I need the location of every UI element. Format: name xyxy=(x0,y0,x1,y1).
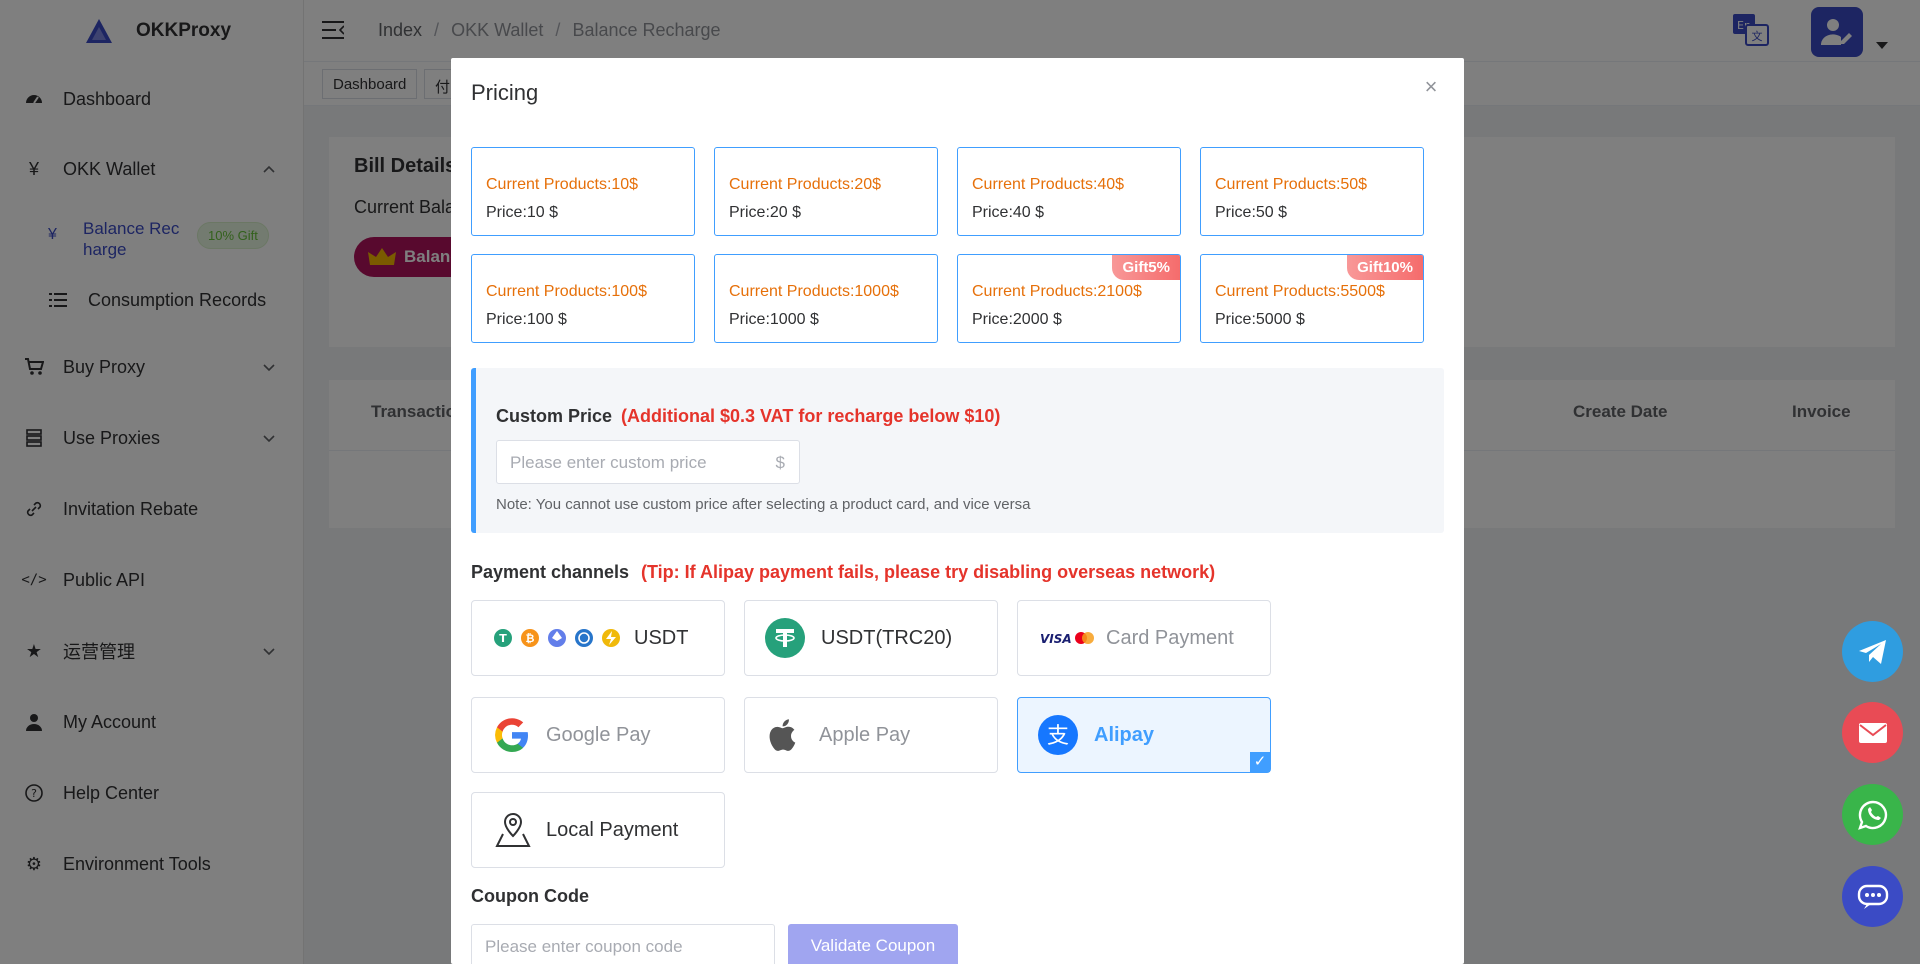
product-name: Current Products:5500$ xyxy=(1215,283,1385,300)
svg-text:T: T xyxy=(499,632,507,645)
payment-local[interactable]: Local Payment xyxy=(471,792,725,868)
payment-card[interactable]: VISA Card Payment xyxy=(1017,600,1271,676)
coupon-title: Coupon Code xyxy=(471,886,589,906)
svg-text:VISA: VISA xyxy=(1040,632,1072,646)
payment-usdt-trc20[interactable]: USDT(TRC20) xyxy=(744,600,998,676)
payment-label: Google Pay xyxy=(546,723,651,746)
product-card[interactable]: Current Products:100$ Price:100 $ xyxy=(471,254,695,343)
check-icon: ✓ xyxy=(1250,752,1270,772)
email-button[interactable] xyxy=(1842,702,1903,763)
product-card[interactable]: Gift5% Current Products:2100$ Price:2000… xyxy=(957,254,1181,343)
product-price: Price:50 $ xyxy=(1215,204,1288,221)
product-name: Current Products:2100$ xyxy=(972,283,1142,300)
pricing-dialog: Pricing × Current Products:10$ Price:10 … xyxy=(451,58,1464,964)
apple-icon xyxy=(769,719,796,751)
product-price: Price:100 $ xyxy=(486,311,567,328)
product-price: Price:20 $ xyxy=(729,204,802,221)
product-name: Current Products:40$ xyxy=(972,176,1125,193)
telegram-button[interactable] xyxy=(1842,621,1903,682)
vat-note: (Additional $0.3 VAT for recharge below … xyxy=(621,406,1001,426)
chat-button[interactable] xyxy=(1842,866,1903,927)
product-card[interactable]: Current Products:40$ Price:40 $ xyxy=(957,147,1181,236)
dialog-title: Pricing xyxy=(471,80,539,105)
custom-price-input[interactable]: Please enter custom price $ xyxy=(496,440,800,484)
payment-label: USDT(TRC20) xyxy=(821,626,953,649)
product-card[interactable]: Gift10% Current Products:5500$ Price:500… xyxy=(1200,254,1424,343)
product-price: Price:5000 $ xyxy=(1215,311,1305,328)
close-icon[interactable]: × xyxy=(1420,76,1442,98)
product-name: Current Products:100$ xyxy=(486,283,647,300)
svg-text:支: 支 xyxy=(1047,724,1069,749)
payment-label: Apple Pay xyxy=(819,723,911,746)
product-name: Current Products:10$ xyxy=(486,176,639,193)
custom-price-placeholder: Please enter custom price xyxy=(510,453,707,472)
payment-alipay[interactable]: 支 Alipay ✓ xyxy=(1017,697,1271,773)
payment-usdt[interactable]: T ₿ USDT xyxy=(471,600,725,676)
gift-badge: Gift10% xyxy=(1347,255,1423,280)
product-card[interactable]: Current Products:10$ Price:10 $ xyxy=(471,147,695,236)
gift-badge: Gift5% xyxy=(1112,255,1180,280)
coupon-placeholder: Please enter coupon code xyxy=(485,937,683,956)
validate-coupon-button[interactable]: Validate Coupon xyxy=(788,924,958,964)
telegram-icon xyxy=(1858,639,1886,664)
google-icon xyxy=(495,718,528,752)
svg-text:₿: ₿ xyxy=(526,632,535,645)
coupon-input[interactable]: Please enter coupon code xyxy=(471,924,775,964)
custom-price-section: Custom Price (Additional $0.3 VAT for re… xyxy=(471,368,1444,533)
visa-mastercard-icon: VISA xyxy=(1040,632,1094,646)
payment-label: Local Payment xyxy=(546,818,679,841)
payment-label: Card Payment xyxy=(1106,626,1234,649)
crypto-coins-icon: T ₿ xyxy=(494,629,620,647)
whatsapp-icon xyxy=(1857,800,1887,830)
whatsapp-button[interactable] xyxy=(1842,784,1903,845)
payment-tip: (Tip: If Alipay payment fails, please tr… xyxy=(641,562,1216,582)
product-price: Price:2000 $ xyxy=(972,311,1062,328)
mail-icon xyxy=(1858,722,1887,743)
product-card[interactable]: Current Products:20$ Price:20 $ xyxy=(714,147,938,236)
payment-label: USDT xyxy=(634,626,689,649)
custom-price-hint: Note: You cannot use custom price after … xyxy=(496,496,1031,513)
payment-apple-pay[interactable]: Apple Pay xyxy=(744,697,998,773)
product-price: Price:40 $ xyxy=(972,204,1045,221)
product-name: Current Products:20$ xyxy=(729,176,882,193)
product-card[interactable]: Current Products:50$ Price:50 $ xyxy=(1200,147,1424,236)
map-pin-icon xyxy=(495,812,531,847)
alipay-icon: 支 xyxy=(1038,715,1078,755)
product-name: Current Products:1000$ xyxy=(729,283,899,300)
chat-icon xyxy=(1857,884,1888,909)
product-price: Price:10 $ xyxy=(486,204,559,221)
payment-label: Alipay xyxy=(1094,723,1155,746)
currency-suffix: $ xyxy=(775,453,785,472)
custom-price-label: Custom Price xyxy=(496,406,613,426)
tether-icon xyxy=(765,618,805,658)
payment-channels-title: Payment channels xyxy=(471,562,630,582)
payment-google-pay[interactable]: Google Pay xyxy=(471,697,725,773)
product-name: Current Products:50$ xyxy=(1215,176,1368,193)
product-card[interactable]: Current Products:1000$ Price:1000 $ xyxy=(714,254,938,343)
product-price: Price:1000 $ xyxy=(729,311,819,328)
